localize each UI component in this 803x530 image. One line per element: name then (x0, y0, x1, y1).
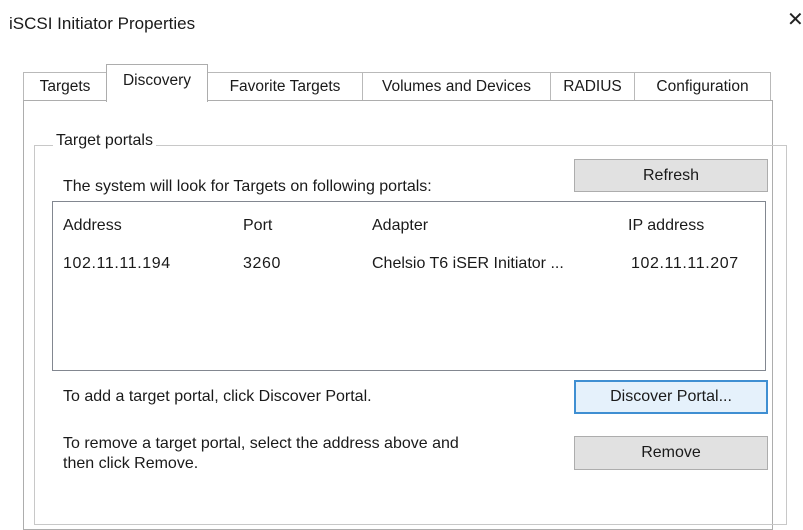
remove-button[interactable]: Remove (574, 436, 768, 470)
tab-radius[interactable]: RADIUS (550, 72, 635, 101)
table-row-ip[interactable]: 102.11.11.207 (631, 255, 739, 273)
target-portals-label: Target portals (53, 132, 156, 150)
column-header-ip-address[interactable]: IP address (628, 217, 704, 235)
column-header-address[interactable]: Address (63, 217, 122, 235)
tab-targets[interactable]: Targets (23, 72, 107, 101)
table-row-adapter[interactable]: Chelsio T6 iSER Initiator ... (372, 255, 564, 273)
window-title: iSCSI Initiator Properties (9, 14, 196, 33)
tab-configuration[interactable]: Configuration (634, 72, 771, 101)
tab-discovery[interactable]: Discovery (106, 64, 208, 102)
column-header-adapter[interactable]: Adapter (372, 217, 428, 235)
tab-volumes-and-devices[interactable]: Volumes and Devices (362, 72, 551, 101)
discover-portal-button[interactable]: Discover Portal... (574, 380, 768, 414)
remove-portal-hint-line2: then click Remove. (63, 455, 199, 472)
portals-caption: The system will look for Targets on foll… (63, 178, 432, 195)
refresh-button[interactable]: Refresh (574, 159, 768, 192)
tab-favorite-targets[interactable]: Favorite Targets (207, 72, 363, 101)
remove-portal-hint-line1: To remove a target portal, select the ad… (63, 435, 459, 452)
column-header-port[interactable]: Port (243, 217, 272, 235)
add-portal-hint: To add a target portal, click Discover P… (63, 388, 372, 405)
table-row-address[interactable]: 102.11.11.194 (63, 255, 171, 273)
target-portals-list[interactable]: Address Port Adapter IP address 102.11.1… (52, 201, 766, 371)
table-row-port[interactable]: 3260 (243, 255, 281, 273)
close-icon[interactable]: ✕ (787, 10, 803, 30)
